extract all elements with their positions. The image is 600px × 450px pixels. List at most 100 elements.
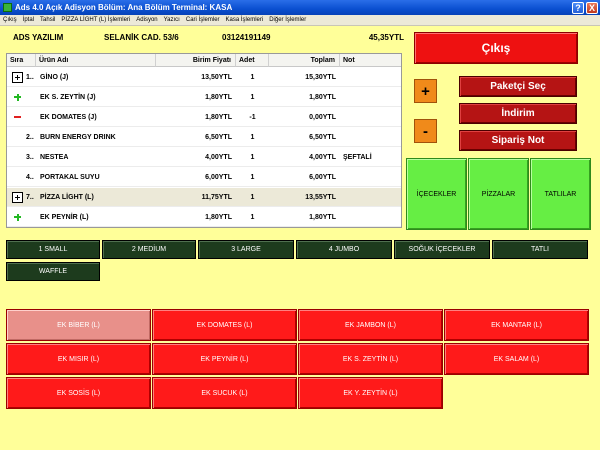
cell-total: 15,30YTL	[305, 74, 336, 81]
menu-product-operations[interactable]: PİZZA LİGHT (L) İşlemleri	[58, 17, 133, 23]
cell-qty: 1	[250, 214, 255, 221]
help-button[interactable]: ?	[572, 1, 584, 14]
cell-sira	[26, 108, 40, 127]
cell-note	[343, 128, 401, 147]
cell-note: ŞEFTALİ	[343, 154, 372, 161]
item-extra-green-olive-button[interactable]: EK Y. ZEYTİN (L)	[298, 377, 443, 409]
order-note-button[interactable]: Sipariş Not	[459, 130, 577, 151]
cell-price: 4,00YTL	[205, 154, 232, 161]
table-row[interactable]: 7.. PİZZA LİGHT (L) 11,75YTL 1 13,55YTL	[7, 188, 401, 207]
item-extra-corn-button[interactable]: EK MISIR (L)	[6, 343, 151, 375]
cell-price: 6,50YTL	[205, 134, 232, 141]
cell-sira	[26, 208, 40, 227]
expand-icon[interactable]	[12, 72, 23, 83]
menu-exit[interactable]: Çıkış	[0, 17, 20, 23]
column-header-sira[interactable]: Sıra	[7, 54, 36, 67]
item-extra-pepper-button[interactable]: EK BİBER (L)	[6, 309, 151, 341]
menu-collect[interactable]: Tahsil	[37, 17, 58, 23]
table-row[interactable]: 4.. PORTAKAL SUYU 6,00YTL 1 6,00YTL	[7, 168, 401, 187]
column-header-note[interactable]: Not	[340, 54, 401, 67]
item-extra-tomato-button[interactable]: EK DOMATES (L)	[152, 309, 297, 341]
cell-price: 13,50YTL	[201, 74, 232, 81]
exit-button[interactable]: Çıkış	[414, 32, 578, 64]
column-header-total[interactable]: Toplam	[269, 54, 340, 67]
cell-qty: -1	[249, 114, 256, 121]
cell-qty: 1	[250, 194, 255, 201]
menu-printer[interactable]: Yazıcı	[161, 17, 183, 23]
plus-icon	[12, 92, 23, 103]
plus-icon	[12, 212, 23, 223]
group-pizzas-button[interactable]: PİZZALAR	[468, 158, 529, 230]
item-extra-cheese-button[interactable]: EK PEYNİR (L)	[152, 343, 297, 375]
category-dessert-button[interactable]: TATLI	[492, 240, 588, 259]
discount-button[interactable]: İndirim	[459, 103, 577, 124]
cell-qty: 1	[250, 134, 255, 141]
cell-name: PİZZA LİGHT (L)	[40, 194, 94, 201]
cell-name: EK S. ZEYTİN (J)	[40, 94, 96, 101]
cell-price: 11,75YTL	[201, 194, 232, 201]
table-row[interactable]: EK S. ZEYTİN (J) 1,80YTL 1 1,80YTL	[7, 88, 401, 107]
item-extra-salami-button[interactable]: EK SALAM (L)	[444, 343, 589, 375]
order-table[interactable]: Sıra Ürün Adı Birim Fiyatı Adet Toplam N…	[6, 53, 402, 228]
cell-total: 6,00YTL	[309, 174, 336, 181]
increase-qty-button[interactable]: +	[414, 79, 437, 103]
cell-note	[343, 108, 401, 127]
item-extra-mushroom-button[interactable]: EK MANTAR (L)	[444, 309, 589, 341]
decrease-qty-button[interactable]: -	[414, 119, 437, 143]
category-waffle-button[interactable]: WAFFLE	[6, 262, 100, 281]
cell-price: 1,80YTL	[205, 94, 232, 101]
category-medium-button[interactable]: 2 MEDİUM	[102, 240, 196, 259]
table-row[interactable]: 3.. NESTEA 4,00YTL 1 4,00YTL ŞEFTALİ	[7, 148, 401, 167]
group-drinks-button[interactable]: İÇECEKLER	[406, 158, 467, 230]
cell-note	[343, 88, 401, 107]
cell-total: 4,00YTL	[309, 154, 336, 161]
item-extra-black-olive-button[interactable]: EK S. ZEYTİN (L)	[298, 343, 443, 375]
table-row[interactable]: 1.. GİNO (J) 13,50YTL 1 15,30YTL	[7, 68, 401, 87]
cell-qty: 1	[250, 74, 255, 81]
cell-total: 1,80YTL	[309, 214, 336, 221]
table-row[interactable]: 2.. BURN ENERGY DRINK 6,50YTL 1 6,50YTL	[7, 128, 401, 147]
cell-price: 1,80YTL	[205, 214, 232, 221]
cell-note	[343, 188, 401, 207]
menu-bar: Çıkış İptal Tahsil PİZZA LİGHT (L) İşlem…	[0, 15, 600, 26]
menu-ticket[interactable]: Adisyon	[133, 17, 160, 23]
item-extra-ham-button[interactable]: EK JAMBON (L)	[298, 309, 443, 341]
group-desserts-button[interactable]: TATLILAR	[530, 158, 591, 230]
cell-total: 0,00YTL	[309, 114, 336, 121]
item-extra-sausage-button[interactable]: EK SOSİS (L)	[6, 377, 151, 409]
column-header-unit-price[interactable]: Birim Fiyatı	[156, 54, 236, 67]
cell-name: EK PEYNİR (L)	[40, 214, 89, 221]
menu-cash-operations[interactable]: Kasa İşlemleri	[223, 17, 267, 23]
column-header-qty[interactable]: Adet	[236, 54, 269, 67]
close-window-button[interactable]: X	[586, 1, 598, 14]
cell-total: 6,50YTL	[309, 134, 336, 141]
expand-icon[interactable]	[12, 192, 23, 203]
cell-note	[343, 168, 401, 187]
category-jumbo-button[interactable]: 4 JUMBO	[296, 240, 392, 259]
cell-sira	[26, 88, 40, 107]
menu-account-operations[interactable]: Cari İşlemler	[183, 17, 223, 23]
table-row[interactable]: EK PEYNİR (L) 1,80YTL 1 1,80YTL	[7, 208, 401, 227]
category-large-button[interactable]: 3 LARGE	[198, 240, 294, 259]
ticket-total: 45,35YTL	[368, 33, 404, 42]
category-small-button[interactable]: 1 SMALL	[6, 240, 100, 259]
table-row[interactable]: EK DOMATES (J) 1,80YTL -1 0,00YTL	[7, 108, 401, 127]
menu-cancel[interactable]: İptal	[20, 17, 37, 23]
menu-other-operations[interactable]: Diğer İşlemler	[266, 17, 309, 23]
cell-note	[343, 208, 401, 227]
cell-total: 13,55YTL	[305, 194, 336, 201]
app-icon	[3, 3, 12, 12]
company-name: ADS YAZILIM	[13, 33, 64, 42]
column-header-product[interactable]: Ürün Adı	[36, 54, 156, 67]
minus-icon	[12, 112, 23, 123]
company-phone: 03124191149	[222, 33, 271, 42]
cell-note	[343, 68, 401, 87]
cell-price: 6,00YTL	[205, 174, 232, 181]
item-extra-sucuk-button[interactable]: EK SUCUK (L)	[152, 377, 297, 409]
select-courier-button[interactable]: Paketçi Seç	[459, 76, 577, 97]
category-cold-drinks-button[interactable]: SOĞUK İÇECEKLER	[394, 240, 490, 259]
cell-name: PORTAKAL SUYU	[40, 174, 100, 181]
cell-sira: 7..	[26, 194, 34, 201]
window-title-bar: Ads 4.0 Açık Adisyon Bölüm: Ana Bölüm Te…	[0, 0, 600, 15]
cell-name: EK DOMATES (J)	[40, 114, 97, 121]
